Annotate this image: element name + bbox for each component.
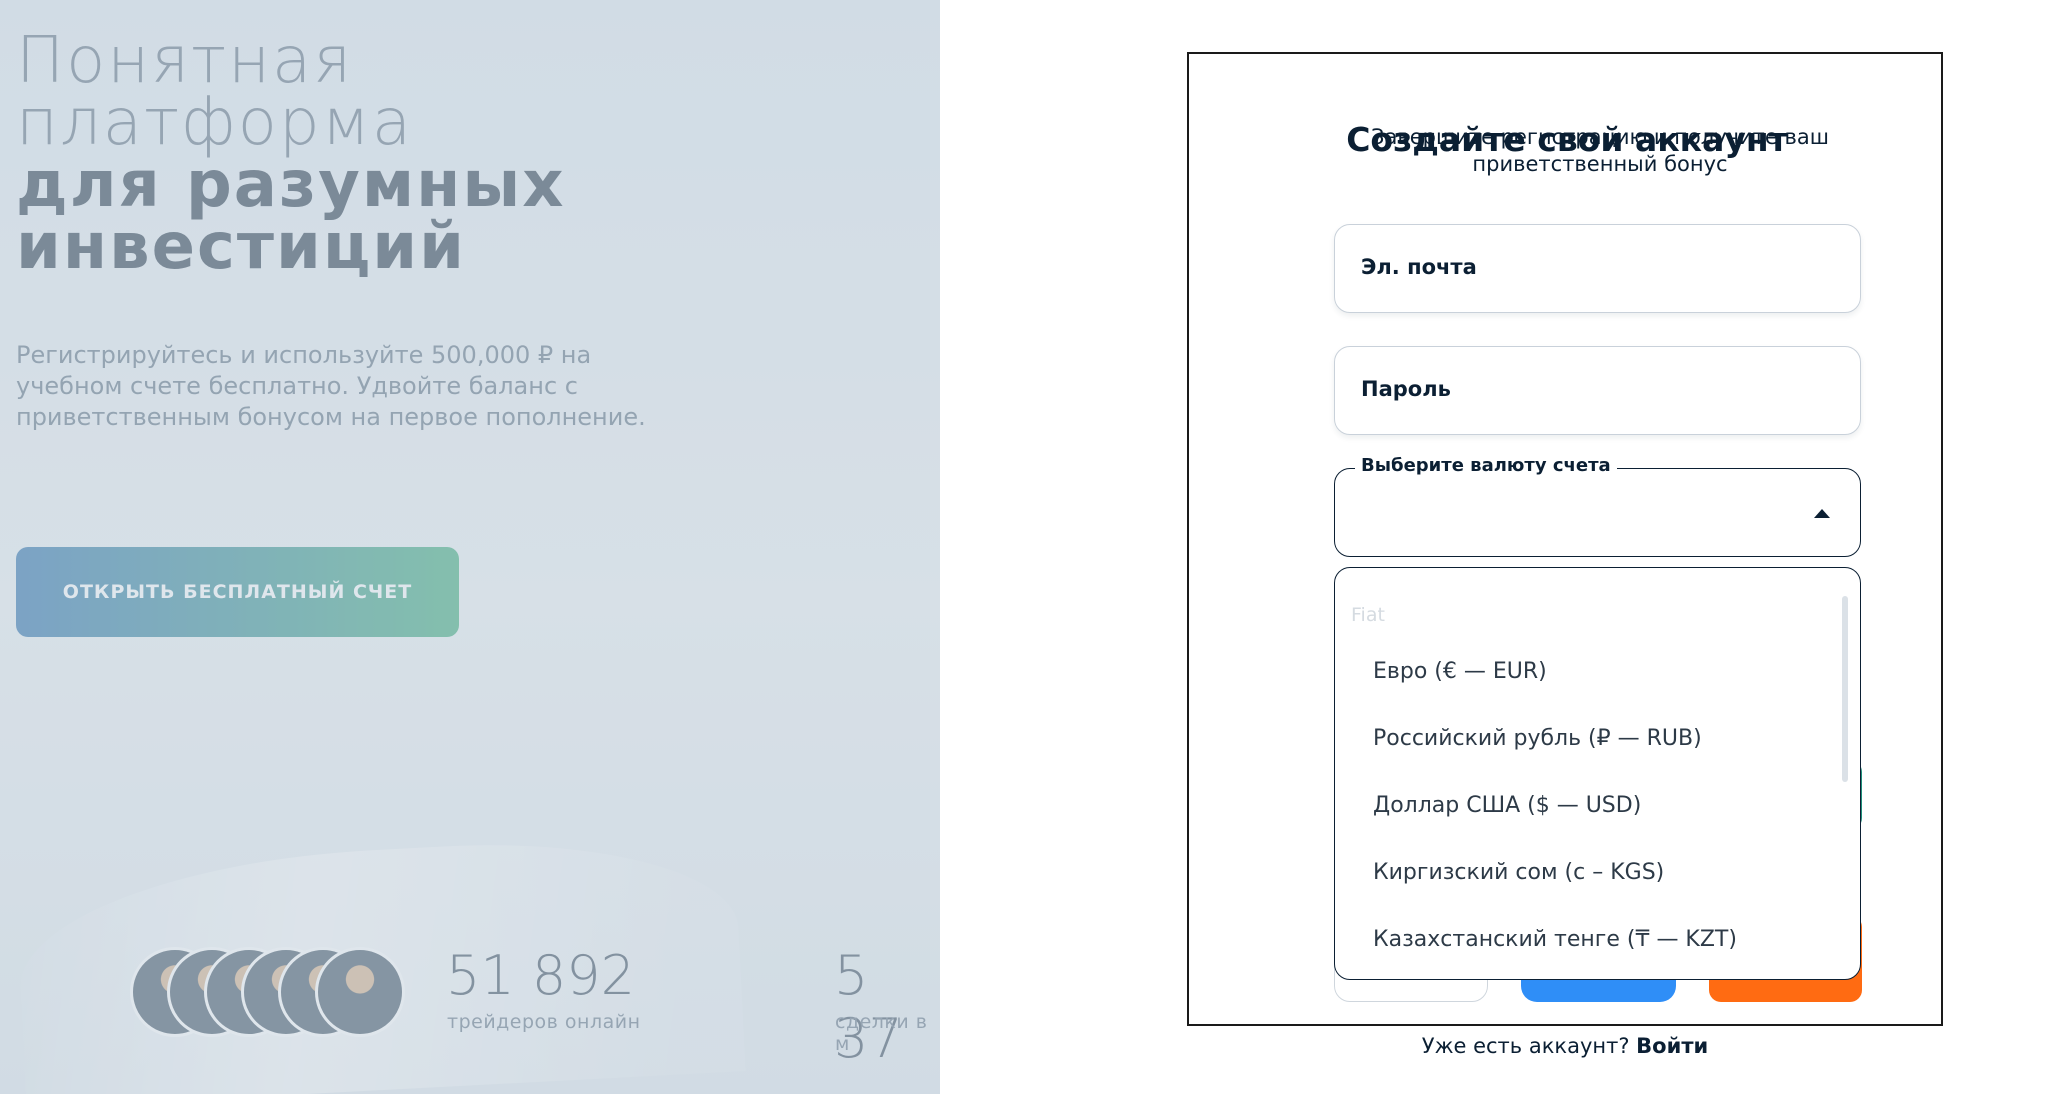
password-field[interactable]: Пароль bbox=[1334, 346, 1861, 435]
modal-subtitle: Завершите регистрацию и получите ваш при… bbox=[1371, 125, 1829, 176]
caret-up-icon[interactable] bbox=[1814, 509, 1830, 518]
email-field[interactable]: Эл. почта bbox=[1334, 224, 1861, 313]
currency-select-label: Выберите валюту счета bbox=[1355, 455, 1617, 476]
password-field-label: Пароль bbox=[1361, 377, 1451, 401]
currency-select[interactable]: Выберите валюту счета bbox=[1334, 455, 1861, 557]
currency-option[interactable]: Доллар США ($ — USD) bbox=[1335, 773, 1835, 839]
currency-dropdown: Fiat Евро (€ — EUR) Российский рубль (₽ … bbox=[1334, 567, 1861, 980]
currency-option[interactable]: Киргизский сом (с – KGS) bbox=[1335, 840, 1835, 906]
login-prompt: Уже есть аккаунт? Войти bbox=[1187, 1034, 1943, 1058]
dropdown-group-label: Fiat bbox=[1351, 604, 1385, 626]
modal-backdrop[interactable] bbox=[0, 0, 940, 1094]
currency-option[interactable]: Евро (€ — EUR) bbox=[1335, 639, 1835, 705]
dropdown-scrollbar[interactable] bbox=[1842, 596, 1848, 782]
currency-option[interactable]: Казахстанский тенге (₸ — KZT) bbox=[1335, 907, 1835, 973]
login-prompt-text: Уже есть аккаунт? bbox=[1421, 1034, 1630, 1058]
hero-panel: Понятная платформа для разумных инвестиц… bbox=[0, 0, 940, 1094]
login-link[interactable]: Войти bbox=[1636, 1034, 1708, 1058]
email-field-label: Эл. почта bbox=[1361, 255, 1477, 279]
currency-option[interactable]: Российский рубль (₽ — RUB) bbox=[1335, 706, 1835, 772]
